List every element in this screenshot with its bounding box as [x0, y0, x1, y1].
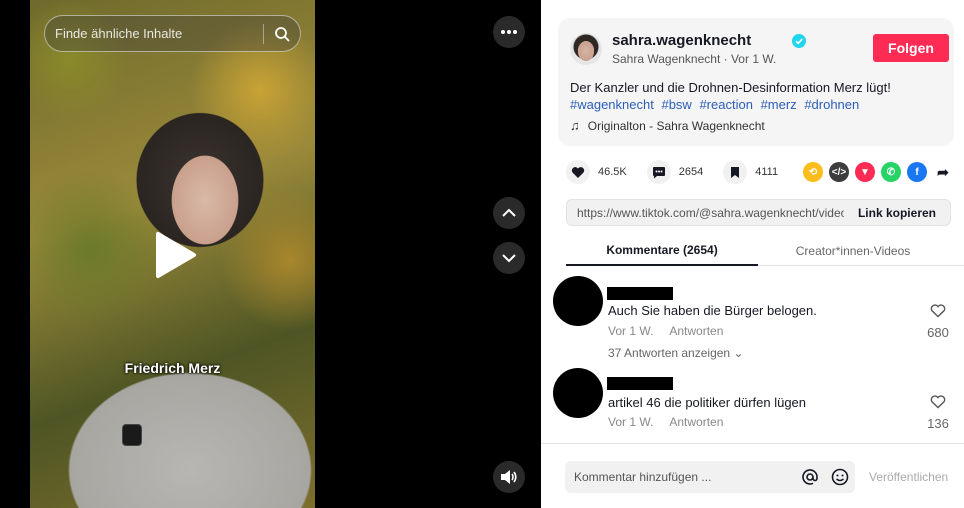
- post-time: Vor 1 W.: [730, 52, 777, 66]
- play-icon[interactable]: [154, 230, 198, 285]
- tab-creator-videos[interactable]: Creator*innen-Videos: [758, 236, 948, 266]
- stats-row: 46.5K 2654 4111: [566, 160, 798, 184]
- search-icon[interactable]: [264, 26, 300, 42]
- mention-icon[interactable]: [795, 468, 825, 486]
- bookmark-icon: [723, 160, 748, 184]
- comment-composer: Kommentar hinzufügen ... Veröffentlichen: [541, 443, 964, 508]
- heart-outline-icon: [930, 395, 946, 409]
- search-input[interactable]: Finde ähnliche Inhalte: [45, 26, 263, 41]
- tabs: Kommentare (2654) Creator*innen-Videos: [566, 236, 964, 266]
- embed-icon[interactable]: </>: [829, 162, 849, 182]
- send-icon[interactable]: ▼: [855, 162, 875, 182]
- comment-like-count: 136: [927, 416, 949, 431]
- username[interactable]: sahra.wagenknecht: [612, 32, 751, 49]
- tab-comments[interactable]: Kommentare (2654): [566, 236, 758, 266]
- facebook-icon[interactable]: f: [907, 162, 927, 182]
- more-icon: [501, 30, 517, 34]
- publish-button[interactable]: Veröffentlichen: [869, 470, 948, 484]
- microphone-icon: [122, 424, 142, 446]
- verified-icon: [792, 34, 806, 53]
- comment-item: artikel 46 die politiker dürfen lügen Vo…: [553, 368, 953, 442]
- music-note-icon: ♫: [570, 118, 580, 133]
- heart-icon: [566, 160, 590, 184]
- share-link-row: https://www.tiktok.com/@sahra.wagenknech…: [566, 199, 951, 226]
- heart-outline-icon: [930, 304, 946, 318]
- author-card: sahra.wagenknecht Sahra Wagenknecht · Vo…: [558, 18, 954, 146]
- video-description: Der Kanzler und die Drohnen-Desinformati…: [570, 80, 891, 95]
- hashtag-link[interactable]: #bsw: [661, 97, 691, 112]
- more-options-button[interactable]: [493, 16, 525, 48]
- volume-icon: [501, 470, 517, 484]
- chevron-down-icon: ⌄: [733, 346, 744, 360]
- comment-button[interactable]: 2654: [646, 160, 704, 184]
- replies-label: 37 Antworten anzeigen: [608, 346, 731, 360]
- hashtag-link[interactable]: #wagenknecht: [570, 97, 654, 112]
- comment-input[interactable]: Kommentar hinzufügen ...: [565, 461, 855, 493]
- hashtags: #wagenknecht #bsw #reaction #merz #drohn…: [570, 96, 863, 114]
- whatsapp-icon[interactable]: ✆: [881, 162, 901, 182]
- comment-time: Vor 1 W.: [608, 324, 654, 338]
- details-panel: sahra.wagenknecht Sahra Wagenknecht · Vo…: [541, 0, 964, 508]
- hashtag-link[interactable]: #merz: [761, 97, 797, 112]
- like-count: 46.5K: [598, 166, 627, 178]
- volume-button[interactable]: [493, 461, 525, 493]
- commenter-avatar[interactable]: [553, 276, 603, 326]
- share-arrow-icon[interactable]: ➦: [933, 162, 953, 182]
- sound-link[interactable]: ♫ Originalton - Sahra Wagenknecht: [570, 118, 765, 133]
- redacted-username: [607, 287, 673, 300]
- display-name: Sahra Wagenknecht: [612, 52, 721, 66]
- emoji-icon[interactable]: [825, 468, 855, 486]
- previous-video-button[interactable]: [493, 197, 525, 229]
- comment-count: 2654: [678, 166, 704, 178]
- tiktok-video-page: Finde ähnliche Inhalte Friedrich Merz sa…: [0, 0, 964, 508]
- chevron-up-icon: [502, 208, 516, 217]
- follow-button[interactable]: Folgen: [873, 34, 949, 62]
- author-subline: Sahra Wagenknecht · Vor 1 W.: [612, 52, 777, 66]
- redacted-username: [607, 377, 673, 390]
- search-box[interactable]: Finde ähnliche Inhalte: [44, 15, 301, 52]
- reply-button[interactable]: Antworten: [669, 415, 723, 429]
- copy-link-button[interactable]: Link kopieren: [844, 206, 950, 220]
- next-video-button[interactable]: [493, 242, 525, 274]
- avatar[interactable]: [570, 33, 602, 65]
- view-replies-button[interactable]: 37 Antworten anzeigen ⌄: [608, 346, 744, 360]
- comment-text: Auch Sie haben die Bürger belogen.: [608, 303, 817, 318]
- comment-like-button[interactable]: 136: [923, 395, 953, 431]
- sound-name: Originalton - Sahra Wagenknecht: [587, 118, 765, 133]
- commenter-avatar[interactable]: [553, 368, 603, 418]
- comment-meta: Vor 1 W. Antworten: [608, 324, 739, 338]
- comment-placeholder[interactable]: Kommentar hinzufügen ...: [565, 470, 795, 484]
- comment-item: Auch Sie haben die Bürger belogen. Vor 1…: [553, 276, 953, 366]
- share-url[interactable]: https://www.tiktok.com/@sahra.wagenknech…: [567, 206, 844, 220]
- comment-list: Auch Sie haben die Bürger belogen. Vor 1…: [541, 266, 964, 442]
- share-icons: ⟲ </> ▼ ✆ f ➦: [803, 162, 959, 182]
- comment-like-button[interactable]: 680: [923, 304, 953, 340]
- like-button[interactable]: 46.5K: [566, 160, 627, 184]
- reply-button[interactable]: Antworten: [669, 324, 723, 338]
- repost-icon[interactable]: ⟲: [803, 162, 823, 182]
- comment-time: Vor 1 W.: [608, 415, 654, 429]
- comment-meta: Vor 1 W. Antworten: [608, 415, 739, 429]
- comment-icon: [646, 160, 671, 184]
- video-caption: Friedrich Merz: [124, 360, 221, 376]
- comment-text: artikel 46 die politiker dürfen lügen: [608, 395, 807, 410]
- chevron-down-icon: [502, 254, 516, 263]
- hashtag-link[interactable]: #reaction: [699, 97, 752, 112]
- video-area: Finde ähnliche Inhalte Friedrich Merz: [0, 0, 541, 508]
- save-count: 4111: [755, 166, 779, 178]
- hashtag-link[interactable]: #drohnen: [804, 97, 859, 112]
- save-button[interactable]: 4111: [723, 160, 778, 184]
- comment-like-count: 680: [927, 325, 949, 340]
